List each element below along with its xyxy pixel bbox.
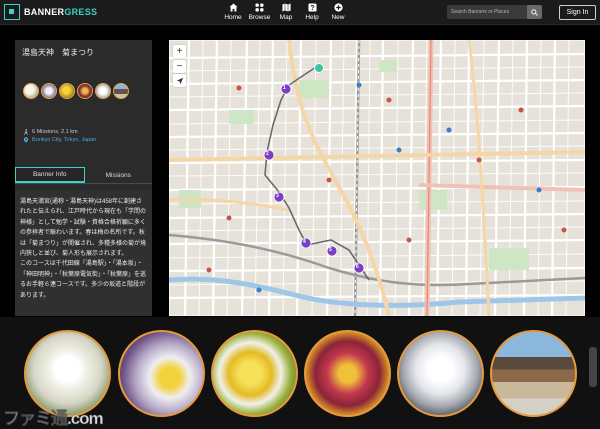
map-marker-6[interactable]: 6 xyxy=(356,264,359,270)
tab-missions[interactable]: Missions xyxy=(85,167,153,183)
search-button[interactable] xyxy=(527,5,542,19)
nav-map[interactable]: Map xyxy=(273,2,299,21)
panel-tabs: Banner Info Missions xyxy=(15,167,152,184)
home-icon xyxy=(228,3,238,12)
logo-text-primary: BANNER xyxy=(24,7,65,17)
mission-thumbnail-4[interactable] xyxy=(77,83,93,99)
sign-in-button[interactable]: Sign In xyxy=(559,5,596,20)
plus-circle-icon xyxy=(333,3,343,12)
nav-home-label: Home xyxy=(224,14,242,21)
zoom-out-button[interactable]: − xyxy=(173,60,186,73)
place-link[interactable]: Bunkyo City, Tokyo, Japan xyxy=(32,137,96,143)
banner-image-3[interactable] xyxy=(211,330,298,417)
map-canvas xyxy=(169,40,585,316)
banner-info-panel: 湯島天神 菊まつり 6 Missions, 2.1 km Bunkyo City… xyxy=(15,40,152,316)
location-pin-icon xyxy=(23,137,29,143)
grid-icon xyxy=(255,3,264,12)
banner-image-4[interactable] xyxy=(304,330,391,417)
nav-map-label: Map xyxy=(279,14,293,21)
nav-browse[interactable]: Browse xyxy=(246,2,273,21)
route-map[interactable]: 1 2 3 4 5 6 + − xyxy=(169,40,585,316)
nav-browse-label: Browse xyxy=(248,14,271,21)
banner-image-5[interactable] xyxy=(397,330,484,417)
main-nav: Home Browse Map ? Help New xyxy=(220,2,351,21)
map-icon xyxy=(281,3,291,12)
mission-thumbnails xyxy=(23,83,131,99)
walking-person-icon xyxy=(24,129,28,135)
tab-banner-info[interactable]: Banner Info xyxy=(15,167,85,183)
svg-text:?: ? xyxy=(310,3,314,12)
map-marker-3[interactable]: 3 xyxy=(276,193,279,199)
description-paragraph-2: このコースは千代田線「湯島駅」・「湯本坂」・「神田明神」・「秋葉原電気街」・「秋… xyxy=(20,261,147,299)
banner-description: 湯島天満宮(通称・湯島天神)は458年に創建されたと伝えられ、江戸時代から現在も… xyxy=(15,190,152,316)
logo-text-accent: GRESS xyxy=(64,7,98,17)
zoom-in-button[interactable]: + xyxy=(173,45,186,58)
mission-thumbnail-2[interactable] xyxy=(41,83,57,99)
search-input[interactable] xyxy=(447,5,527,19)
nav-new-label: New xyxy=(331,14,345,21)
top-navigation-bar: BANNERGRESS Home Browse Map ? Help New S… xyxy=(0,0,600,25)
missions-count-distance: 6 Missions, 2.1 km xyxy=(32,129,78,135)
locate-me-button[interactable] xyxy=(173,74,186,87)
banner-image-6[interactable] xyxy=(490,330,577,417)
mission-thumbnail-6[interactable] xyxy=(113,83,129,99)
watermark-text: ファミ通.com xyxy=(3,408,104,428)
strip-scroll-handle[interactable] xyxy=(589,347,597,387)
map-marker-2[interactable]: 2 xyxy=(266,151,269,157)
help-icon: ? xyxy=(307,3,317,12)
nav-help[interactable]: ? Help xyxy=(299,2,325,21)
logo-mark-icon xyxy=(4,4,20,20)
bannergress-logo[interactable]: BANNERGRESS xyxy=(4,4,97,20)
description-paragraph-1: 湯島天満宮(通称・湯島天神)は458年に創建されたと伝えられ、江戸時代から現在も… xyxy=(20,199,147,258)
mission-thumbnail-1[interactable] xyxy=(23,83,39,99)
nav-home[interactable]: Home xyxy=(220,2,246,21)
nav-new[interactable]: New xyxy=(325,2,351,21)
search-icon xyxy=(531,8,538,16)
mission-thumbnail-5[interactable] xyxy=(95,83,111,99)
map-marker-5[interactable]: 5 xyxy=(329,247,332,253)
map-marker-4[interactable]: 4 xyxy=(303,239,306,245)
location-arrow-icon xyxy=(176,77,183,84)
nav-help-label: Help xyxy=(305,14,319,21)
mission-thumbnail-3[interactable] xyxy=(59,83,75,99)
banner-image-2[interactable] xyxy=(118,330,205,417)
map-marker-1[interactable]: 1 xyxy=(283,85,286,91)
banner-title: 湯島天神 菊まつり xyxy=(22,48,94,57)
